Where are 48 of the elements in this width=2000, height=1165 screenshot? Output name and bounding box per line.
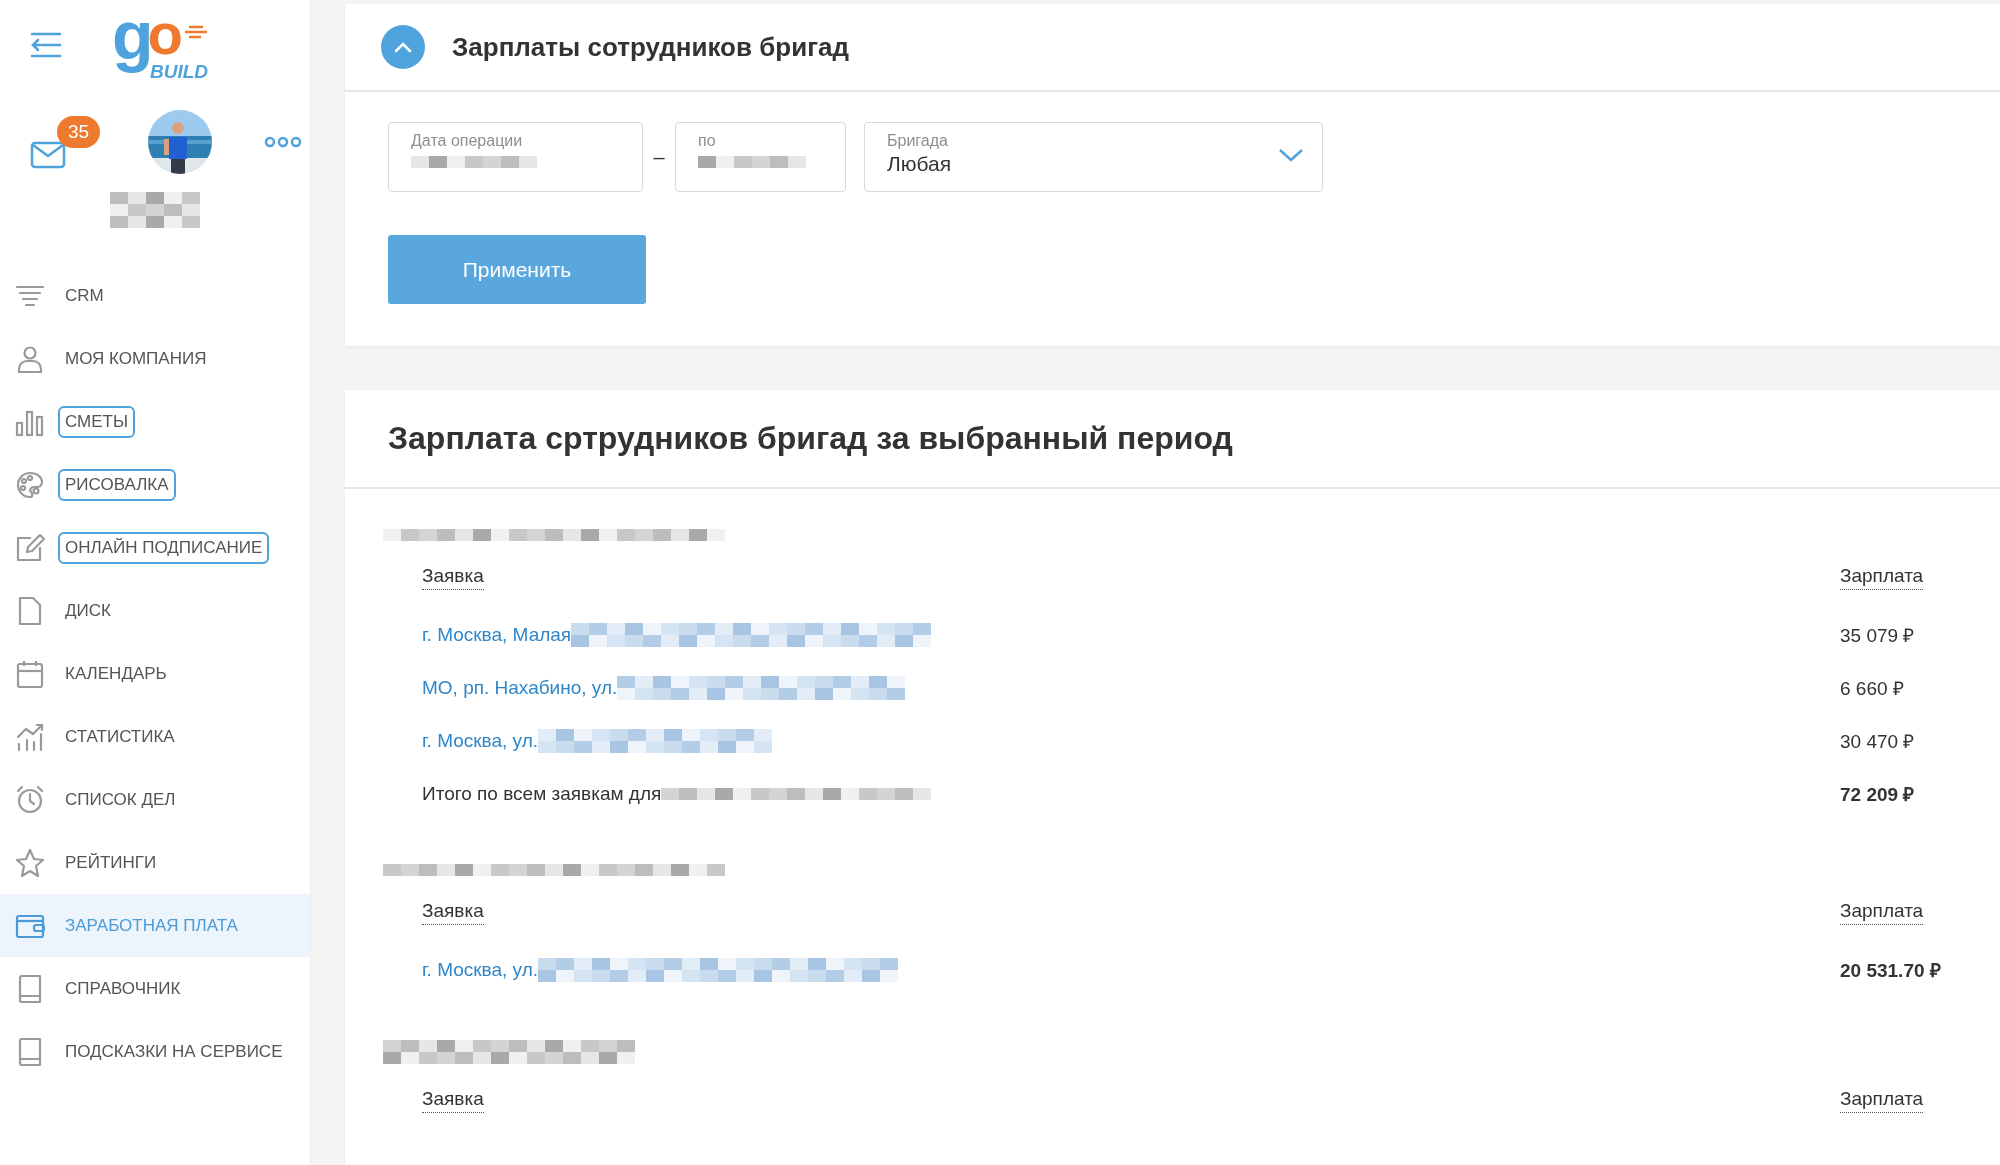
alarm-clock-icon — [15, 784, 45, 815]
column-header[interactable]: Зарплата — [1840, 1088, 1924, 1113]
order-link[interactable]: МО, рп. Нахабино, ул. — [422, 676, 618, 699]
brigade-select[interactable]: Бригада Любая — [864, 122, 1323, 192]
column-header[interactable]: Зарплата — [1840, 565, 1924, 590]
sidebar-item[interactable]: ДИСК — [0, 579, 310, 642]
sidebar-item[interactable]: РЕЙТИНГИ — [0, 831, 310, 894]
count-badge: 35 — [57, 116, 101, 148]
salary-amount: 72 209 ₽ — [1840, 782, 1915, 807]
sidebar-item[interactable]: КАЛЕНДАРЬ — [0, 642, 310, 705]
mail-icon[interactable] — [30, 140, 66, 170]
chevron-up-icon — [394, 41, 412, 53]
sidebar-item[interactable]: СТАТИСТИКА — [0, 705, 310, 768]
salary-amount: 6 660 ₽ — [1840, 676, 1904, 701]
column-header[interactable]: Заявка — [422, 900, 484, 925]
sidebar-item[interactable]: МОЯ КОМПАНИЯ — [0, 327, 310, 390]
salary-amount: 20 531.70 ₽ — [1840, 958, 1941, 983]
calendar-icon — [15, 658, 45, 689]
menu-icon[interactable] — [30, 32, 62, 58]
range-dash: – — [652, 145, 666, 169]
stats-icon — [15, 721, 45, 752]
more-icon[interactable] — [264, 136, 302, 148]
sidebar-item[interactable]: ПОДСКАЗКИ НА СЕРВИСЕ — [0, 1020, 310, 1083]
salary-amount: 35 079 ₽ — [1840, 623, 1915, 648]
total-label: Итого по всем заявкам для — [422, 782, 662, 805]
sidebar-item[interactable]: CRM — [0, 264, 310, 327]
person-icon — [15, 343, 45, 374]
order-link[interactable]: г. Москва, ул. — [422, 729, 539, 752]
star-icon — [15, 847, 45, 878]
column-header[interactable]: Зарплата — [1840, 900, 1924, 925]
speed-lines-icon — [183, 25, 207, 39]
order-link[interactable]: г. Москва, ул. — [422, 958, 539, 981]
sidebar-item[interactable]: ОНЛАЙН ПОДПИСАНИЕ — [0, 516, 310, 579]
edit-icon — [15, 532, 45, 563]
sidebar-item[interactable]: СПРАВОЧНИК — [0, 957, 310, 1020]
card-title: Зарплаты сотрудников бригад — [452, 31, 849, 63]
column-header[interactable]: Заявка — [422, 1088, 484, 1113]
order-link[interactable]: г. Москва, Малая — [422, 623, 572, 646]
column-header[interactable]: Заявка — [422, 565, 484, 590]
collapse-button[interactable] — [381, 25, 425, 69]
results-title: Зарплата сртрудников бригад за выбранный период — [345, 390, 2000, 489]
sidebar-item[interactable]: СМЕТЫ — [0, 390, 310, 453]
chevron-down-icon — [1278, 147, 1304, 163]
sidebar-item[interactable]: СПИСОК ДЕЛ — [0, 768, 310, 831]
logo-text: BUILD — [150, 61, 209, 83]
palette-icon — [15, 469, 45, 500]
sidebar-item[interactable]: РИСОВАЛКА — [0, 453, 310, 516]
salary-amount: 30 470 ₽ — [1840, 729, 1915, 754]
